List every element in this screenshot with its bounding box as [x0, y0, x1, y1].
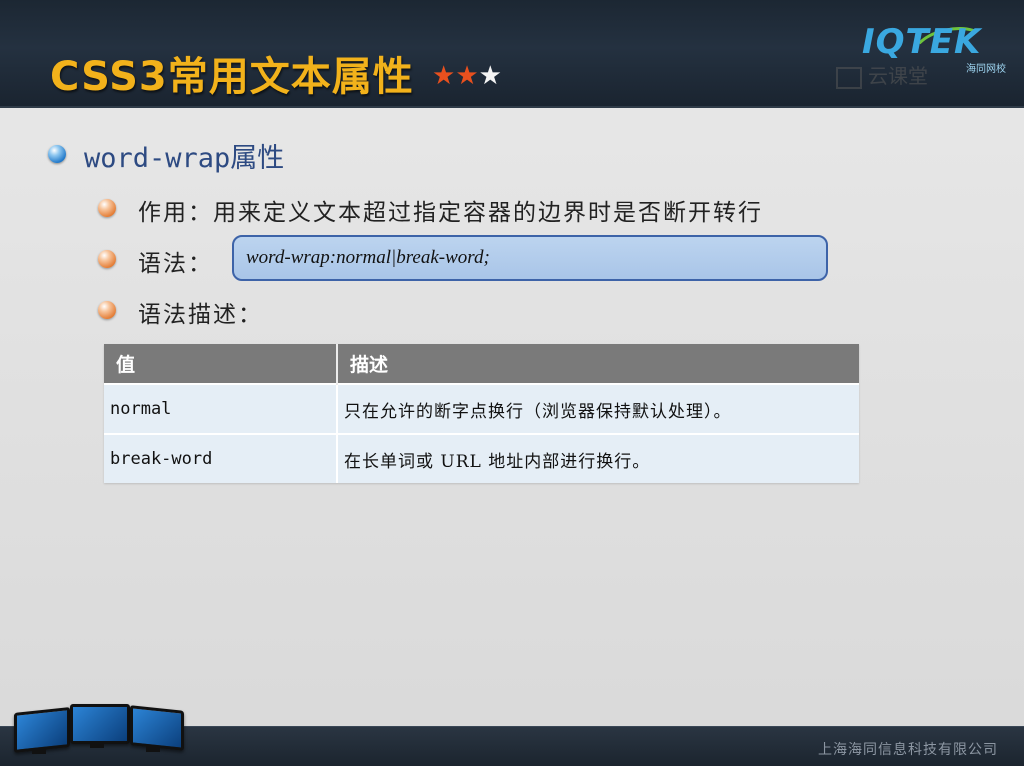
star-empty-icon: ★	[478, 61, 502, 91]
cell-value: normal	[104, 383, 338, 434]
monitor-right	[130, 705, 184, 751]
monitors-icon	[12, 700, 184, 760]
monitor-stand	[146, 746, 160, 752]
syntax-box: word-wrap:normal|break-word;	[232, 235, 828, 281]
watermark-icon	[836, 66, 862, 89]
slide-header: CSS3常用文本属性 ★★★ IQTEK 海同网校 云课堂	[0, 0, 1024, 108]
cell-description: 只在允许的断字点换行（浏览器保持默认处理）。	[337, 383, 859, 434]
cell-description: 在长单词或 URL 地址内部进行换行。	[337, 433, 859, 483]
syntax-label: 语法：	[138, 251, 213, 277]
bullet-orange-icon	[98, 250, 116, 268]
syntax-code: word-wrap:normal|break-word;	[246, 247, 490, 268]
column-header-value: 值	[104, 344, 338, 384]
section-heading: word-wrap属性	[84, 143, 285, 174]
slide: CSS3常用文本属性 ★★★ IQTEK 海同网校 云课堂 word-wrap属…	[0, 0, 1024, 766]
watermark-text: 云课堂	[868, 64, 928, 88]
column-header-description: 描述	[337, 344, 859, 384]
logo-text: IQTEK	[862, 22, 982, 62]
bullet-orange-icon	[98, 199, 116, 217]
table-row: break-word 在长单词或 URL 地址内部进行换行。	[104, 433, 859, 483]
star-filled-icon: ★	[432, 61, 456, 91]
logo-subtitle: 海同网校	[966, 64, 1006, 75]
cell-value: break-word	[104, 433, 338, 483]
values-table: 值 描述 normal 只在允许的断字点换行（浏览器保持默认处理）。 break…	[104, 344, 859, 483]
monitor-stand	[32, 748, 46, 754]
table-header-row: 值 描述	[104, 344, 859, 384]
monitor-left	[14, 707, 70, 753]
watermark: 云课堂	[836, 60, 928, 89]
footer-company: 上海海同信息科技有限公司	[818, 742, 998, 758]
slide-title: CSS3常用文本属性	[50, 54, 414, 100]
description-label: 语法描述：	[138, 302, 263, 328]
bullet-blue-icon	[48, 145, 66, 163]
monitor-stand	[90, 742, 104, 748]
table-row: normal 只在允许的断字点换行（浏览器保持默认处理）。	[104, 383, 859, 434]
star-filled-icon: ★	[455, 61, 479, 91]
monitor-center	[70, 704, 130, 744]
bullet-orange-icon	[98, 301, 116, 319]
difficulty-stars: ★★★	[432, 58, 502, 94]
purpose-text: 作用：用来定义文本超过指定容器的边界时是否断开转行	[138, 200, 763, 226]
